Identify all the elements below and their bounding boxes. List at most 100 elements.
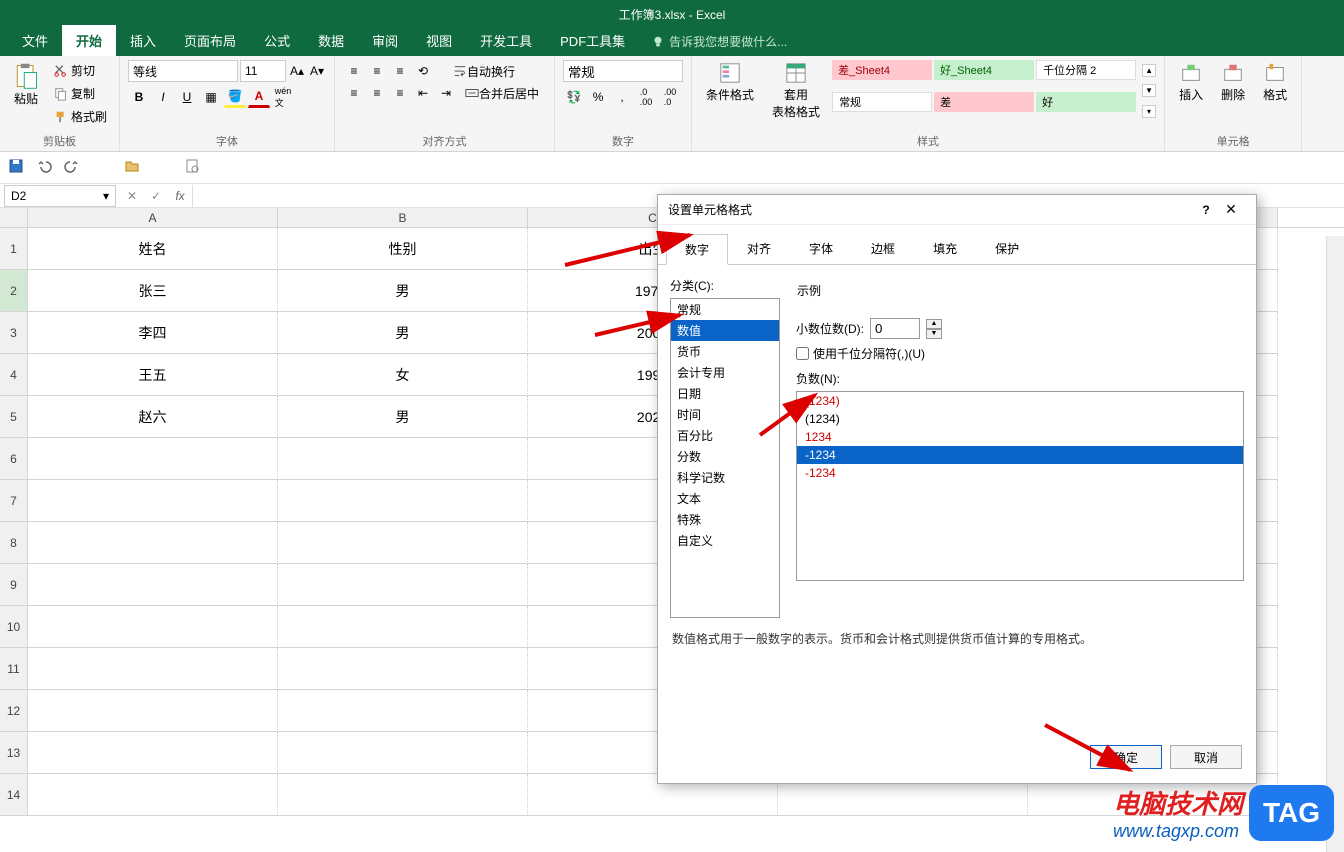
align-right-icon[interactable]: ≡	[389, 82, 411, 104]
category-item-6[interactable]: 百分比	[671, 425, 779, 446]
indent-increase-icon[interactable]: ⇥	[435, 82, 457, 104]
row-header-13[interactable]: 13	[0, 732, 28, 774]
fx-icon[interactable]: fx	[168, 185, 192, 207]
font-name-select[interactable]	[128, 60, 238, 82]
comma-icon[interactable]: ,	[611, 86, 633, 108]
cell-A6[interactable]	[28, 438, 278, 480]
redo-icon[interactable]	[64, 158, 80, 177]
open-icon[interactable]	[124, 158, 140, 177]
cell-B8[interactable]	[278, 522, 528, 564]
align-top-icon[interactable]: ≡	[343, 60, 365, 82]
close-icon[interactable]: ✕	[1216, 201, 1246, 218]
cell-B11[interactable]	[278, 648, 528, 690]
col-header-b[interactable]: B	[278, 208, 528, 227]
row-header-5[interactable]: 5	[0, 396, 28, 438]
cell-B1[interactable]: 性别	[278, 228, 528, 270]
category-item-11[interactable]: 自定义	[671, 530, 779, 551]
category-item-10[interactable]: 特殊	[671, 509, 779, 530]
font-size-select[interactable]	[240, 60, 286, 82]
align-center-icon[interactable]: ≡	[366, 82, 388, 104]
tab-formulas[interactable]: 公式	[250, 25, 304, 56]
orientation-icon[interactable]: ⟲	[412, 60, 434, 82]
row-header-9[interactable]: 9	[0, 564, 28, 606]
category-item-8[interactable]: 科学记数	[671, 467, 779, 488]
tab-developer[interactable]: 开发工具	[466, 25, 546, 56]
decimal-down-icon[interactable]: ▼	[926, 329, 942, 339]
decrease-decimal-icon[interactable]: .00.0	[659, 86, 681, 108]
dialog-tab-number[interactable]: 数字	[666, 234, 728, 265]
row-header-7[interactable]: 7	[0, 480, 28, 522]
name-box[interactable]: D2▾	[4, 185, 116, 207]
row-header-10[interactable]: 10	[0, 606, 28, 648]
italic-button[interactable]: I	[152, 86, 174, 108]
align-bottom-icon[interactable]: ≡	[389, 60, 411, 82]
decimal-up-icon[interactable]: ▲	[926, 319, 942, 329]
cell-B12[interactable]	[278, 690, 528, 732]
dialog-help-icon[interactable]: ?	[1196, 203, 1216, 217]
row-header-1[interactable]: 1	[0, 228, 28, 270]
cell-B3[interactable]: 男	[278, 312, 528, 354]
print-preview-icon[interactable]	[184, 158, 200, 177]
style-nav-more[interactable]: ▾	[1142, 105, 1156, 118]
enter-formula-icon[interactable]: ✓	[144, 185, 168, 207]
dialog-tab-protection[interactable]: 保护	[976, 233, 1038, 264]
negative-option-4[interactable]: -1234	[797, 464, 1243, 482]
format-painter-button[interactable]: 格式刷	[50, 106, 111, 127]
align-left-icon[interactable]: ≡	[343, 82, 365, 104]
col-header-a[interactable]: A	[28, 208, 278, 227]
cell-A4[interactable]: 王五	[28, 354, 278, 396]
cell-B6[interactable]	[278, 438, 528, 480]
cell-B9[interactable]	[278, 564, 528, 606]
delete-cells-button[interactable]: 删除	[1215, 60, 1251, 105]
category-item-1[interactable]: 数值	[671, 320, 779, 341]
select-all-corner[interactable]	[0, 208, 28, 227]
cell-A10[interactable]	[28, 606, 278, 648]
cell-A14[interactable]	[28, 774, 278, 816]
increase-font-icon[interactable]: A▴	[288, 62, 306, 80]
cell-B7[interactable]	[278, 480, 528, 522]
row-header-8[interactable]: 8	[0, 522, 28, 564]
row-header-14[interactable]: 14	[0, 774, 28, 816]
style-bad-sheet4[interactable]: 差_Sheet4	[832, 60, 932, 80]
row-header-4[interactable]: 4	[0, 354, 28, 396]
cell-B2[interactable]: 男	[278, 270, 528, 312]
format-as-table-button[interactable]: 套用 表格格式	[766, 60, 826, 122]
copy-button[interactable]: 复制	[50, 83, 111, 104]
fill-color-button[interactable]: 🪣	[224, 86, 246, 108]
row-header-2[interactable]: 2	[0, 270, 28, 312]
thousands-separator-checkbox[interactable]	[796, 347, 809, 360]
cell-B4[interactable]: 女	[278, 354, 528, 396]
negative-option-1[interactable]: (1234)	[797, 410, 1243, 428]
cell-A1[interactable]: 姓名	[28, 228, 278, 270]
cancel-button[interactable]: 取消	[1170, 745, 1242, 769]
dialog-tab-fill[interactable]: 填充	[914, 233, 976, 264]
row-header-11[interactable]: 11	[0, 648, 28, 690]
format-cells-button[interactable]: 格式	[1257, 60, 1293, 105]
cell-A3[interactable]: 李四	[28, 312, 278, 354]
style-bad[interactable]: 差	[934, 92, 1034, 112]
negative-list[interactable]: (1234)(1234)1234-1234-1234	[796, 391, 1244, 581]
negative-option-3[interactable]: -1234	[797, 446, 1243, 464]
row-header-3[interactable]: 3	[0, 312, 28, 354]
tab-page-layout[interactable]: 页面布局	[170, 25, 250, 56]
dialog-tab-border[interactable]: 边框	[852, 233, 914, 264]
cell-A2[interactable]: 张三	[28, 270, 278, 312]
style-thousands[interactable]: 千位分隔 2	[1036, 60, 1136, 80]
tab-data[interactable]: 数据	[304, 25, 358, 56]
tell-me-search[interactable]: 告诉我您想要做什么...	[639, 27, 799, 56]
tab-review[interactable]: 审阅	[358, 25, 412, 56]
category-item-4[interactable]: 日期	[671, 383, 779, 404]
row-header-6[interactable]: 6	[0, 438, 28, 480]
number-format-select[interactable]	[563, 60, 683, 82]
decimal-places-input[interactable]	[870, 318, 920, 339]
cell-styles-gallery[interactable]: 差_Sheet4 好_Sheet4 千位分隔 2 常规 差 好	[832, 60, 1142, 122]
chevron-down-icon[interactable]: ▾	[103, 189, 109, 203]
undo-icon[interactable]	[36, 158, 52, 177]
phonetic-button[interactable]: wén文	[272, 86, 294, 108]
save-icon[interactable]	[8, 158, 24, 177]
tab-view[interactable]: 视图	[412, 25, 466, 56]
style-nav-up[interactable]: ▲	[1142, 64, 1156, 77]
category-list[interactable]: 常规数值货币会计专用日期时间百分比分数科学记数文本特殊自定义	[670, 298, 780, 618]
bold-button[interactable]: B	[128, 86, 150, 108]
cell-A7[interactable]	[28, 480, 278, 522]
